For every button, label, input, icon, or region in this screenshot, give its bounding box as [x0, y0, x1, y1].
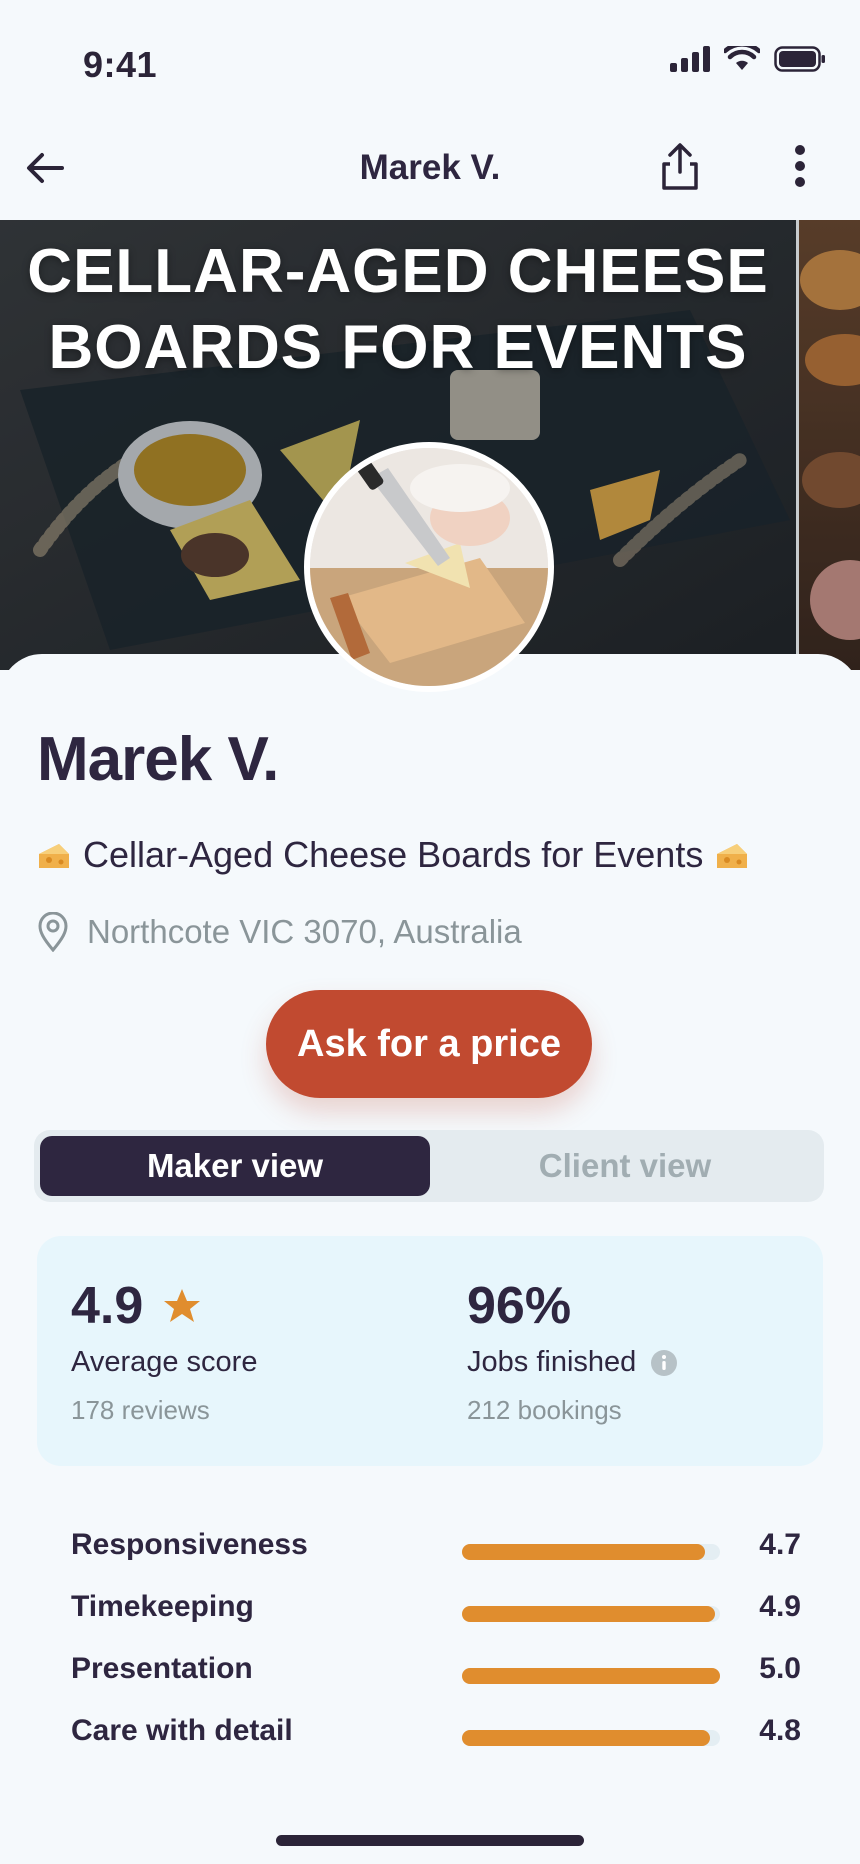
profile-location: Northcote VIC 3070, Australia — [37, 912, 522, 952]
rating-value: 4.7 — [759, 1528, 801, 1561]
profile-name: Marek V. — [37, 725, 279, 794]
ratings-breakdown: Responsiveness 4.7 Timekeeping 4.9 Presentat… — [71, 1518, 801, 1766]
status-bar: 9:41 — [0, 0, 860, 130]
cheese-icon — [39, 844, 69, 868]
wifi-icon — [724, 46, 760, 70]
info-button[interactable] — [650, 1349, 678, 1377]
rating-bar-track — [462, 1606, 720, 1622]
status-icons — [670, 46, 826, 72]
jobs-finished-value: 96% — [467, 1277, 572, 1335]
more-vertical-icon — [795, 145, 805, 187]
star-icon — [164, 1289, 201, 1322]
location-text: Northcote VIC 3070, Australia — [87, 913, 522, 950]
average-score-label: Average score — [71, 1346, 258, 1378]
rating-label: Responsiveness — [71, 1528, 308, 1561]
share-icon — [662, 143, 698, 190]
nav-title: Marek V. — [359, 148, 501, 187]
reviews-count: 178 reviews — [71, 1395, 210, 1425]
share-button[interactable] — [656, 140, 704, 194]
tagline-text: Cellar-Aged Cheese Boards for Events — [83, 834, 704, 875]
rating-bar-track — [462, 1668, 720, 1684]
rating-label: Presentation — [71, 1652, 253, 1685]
rating-row: Presentation 5.0 — [71, 1642, 801, 1704]
stats-card: 4.9 Average score 178 reviews 96% Jobs f… — [37, 1236, 823, 1466]
average-score-stat: 4.9 Average score 178 reviews — [71, 1276, 257, 1426]
ask-price-button[interactable]: Ask for a price — [266, 990, 592, 1098]
top-navigation: Marek V. — [0, 130, 860, 220]
rating-row: Care with detail 4.8 — [71, 1704, 801, 1766]
rating-value: 4.9 — [759, 1590, 801, 1623]
rating-value: 5.0 — [759, 1652, 801, 1685]
location-pin-icon — [38, 912, 68, 952]
info-icon — [651, 1349, 678, 1376]
profile-sheet: Marek V. Cellar-Aged Cheese Boards for E… — [0, 654, 860, 1864]
jobs-finished-stat: 96% Jobs finished 212 bookings — [467, 1276, 678, 1426]
status-time: 9:41 — [83, 44, 158, 85]
rating-row: Responsiveness 4.7 — [71, 1518, 801, 1580]
more-options-button[interactable] — [786, 142, 814, 190]
maker-view-tab[interactable]: Maker view — [40, 1136, 430, 1196]
cellular-signal-icon — [670, 46, 710, 72]
rating-value: 4.8 — [759, 1714, 801, 1747]
rating-bar-fill — [462, 1606, 715, 1622]
rating-row: Timekeeping 4.9 — [71, 1580, 801, 1642]
profile-tagline: Cellar-Aged Cheese Boards for Events — [37, 834, 749, 876]
rating-bar-track — [462, 1730, 720, 1746]
rating-bar-fill — [462, 1730, 710, 1746]
jobs-finished-label: Jobs finished — [467, 1346, 637, 1378]
home-indicator — [276, 1835, 584, 1846]
hero-title: CELLAR-AGED CHEESE BOARDS FOR EVENTS — [27, 237, 769, 382]
view-toggle: Maker view Client view — [34, 1130, 824, 1202]
avatar-cheese-cutting-photo — [310, 448, 548, 686]
rating-label: Care with detail — [71, 1714, 293, 1747]
rating-bar-fill — [462, 1668, 720, 1684]
avatar — [304, 442, 554, 692]
cheese-icon — [717, 844, 748, 868]
rating-bar-track — [462, 1544, 720, 1560]
bookings-count: 212 bookings — [467, 1395, 622, 1425]
rating-bar-fill — [462, 1544, 705, 1560]
battery-icon — [774, 46, 825, 72]
client-view-tab[interactable]: Client view — [430, 1136, 820, 1196]
average-score-value: 4.9 — [71, 1277, 144, 1335]
rating-label: Timekeeping — [71, 1590, 254, 1623]
